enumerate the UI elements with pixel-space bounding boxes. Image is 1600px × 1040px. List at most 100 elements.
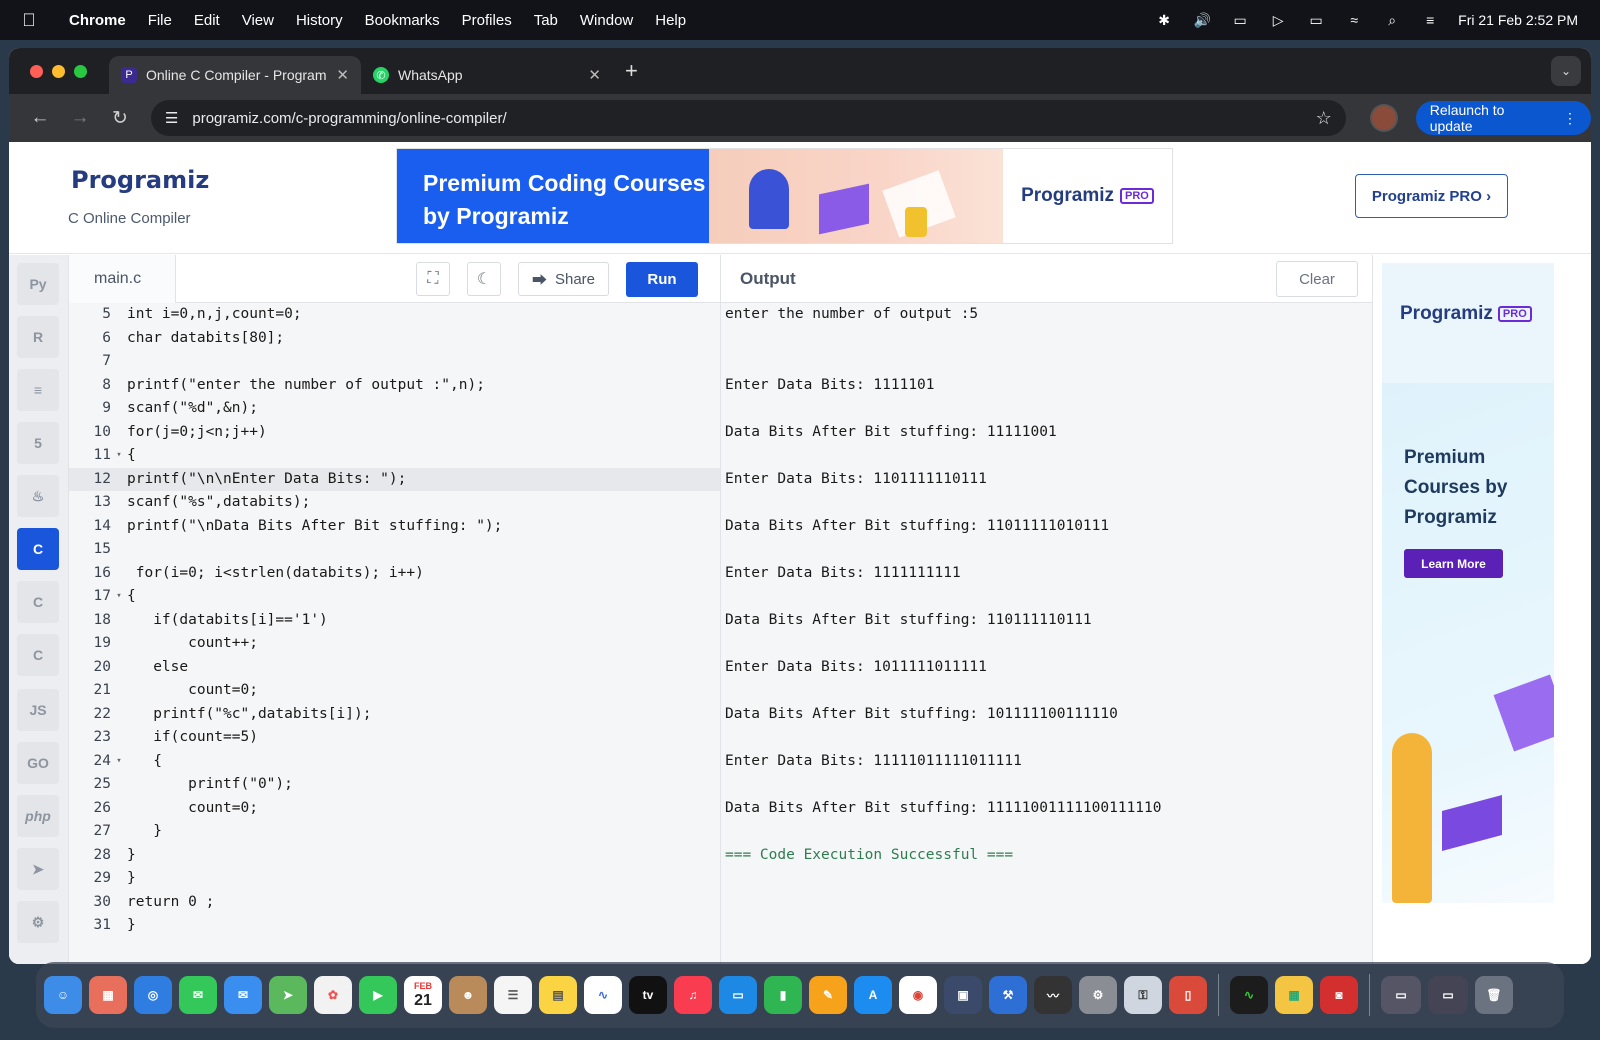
pages-icon[interactable]: ✎ xyxy=(809,976,847,1014)
notes-icon[interactable]: ▤ xyxy=(539,976,577,1014)
programiz-logo[interactable]: Programiz xyxy=(71,166,209,194)
address-bar[interactable]: ☰ programiz.com/c-programming/online-com… xyxy=(150,100,1346,136)
code-line[interactable]: 28} xyxy=(69,844,720,868)
fullscreen-icon[interactable]: ⛶ xyxy=(416,262,450,296)
share-button[interactable]: ⮕ Share xyxy=(518,262,609,296)
display-icon[interactable]: ▭ xyxy=(1230,12,1250,28)
file-tab[interactable]: main.c xyxy=(69,255,176,303)
chrome-icon[interactable]: ◉ xyxy=(899,976,937,1014)
code-line[interactable]: 29} xyxy=(69,867,720,891)
code-line[interactable]: 18 if(databits[i]=='1') xyxy=(69,609,720,633)
mail-icon[interactable]: ✉ xyxy=(224,976,262,1014)
menu-file[interactable]: File xyxy=(137,12,183,29)
control-center-icon[interactable]: ≡ xyxy=(1420,12,1440,28)
code-line[interactable]: 11 ▾{ xyxy=(69,444,720,468)
clock[interactable]: Fri 21 Feb 2:52 PM xyxy=(1458,12,1578,28)
code-line[interactable]: 6 char databits[80]; xyxy=(69,327,720,351)
activity-monitor-icon[interactable]: ∿ xyxy=(1230,976,1268,1014)
menu-edit[interactable]: Edit xyxy=(183,12,231,29)
url-text[interactable]: programiz.com/c-programming/online-compi… xyxy=(192,110,1301,127)
rust-icon[interactable]: ⚙ xyxy=(17,901,59,943)
numbers-icon[interactable]: ▮ xyxy=(764,976,802,1014)
site-settings-icon[interactable]: ☰ xyxy=(165,109,178,127)
apple-tv-icon[interactable]: tv xyxy=(629,976,667,1014)
xcode-icon[interactable]: ⚒ xyxy=(989,976,1027,1014)
code-line[interactable]: 8 printf("enter the number of output :",n… xyxy=(69,374,720,398)
c-icon[interactable]: C xyxy=(17,528,59,570)
recent-window-thumbnail-icon[interactable]: ▭ xyxy=(1381,976,1421,1014)
play-icon[interactable]: ▷ xyxy=(1268,12,1288,28)
menu-app-name[interactable]: Chrome xyxy=(58,12,137,29)
recent-window-thumbnail-icon[interactable]: ▭ xyxy=(1428,976,1468,1014)
maps-icon[interactable]: ➤ xyxy=(269,976,307,1014)
dark-mode-moon-icon[interactable]: ☾ xyxy=(467,262,501,296)
ad-card[interactable]: Programiz PRO Premium Courses by Program… xyxy=(1382,263,1554,903)
new-tab-icon[interactable]: + xyxy=(625,58,638,84)
zoom-window-button[interactable] xyxy=(74,64,87,78)
calendar-icon[interactable]: FEB 21 xyxy=(404,976,442,1014)
close-tab-icon[interactable]: ✕ xyxy=(588,66,601,84)
volume-icon[interactable]: 🔊 xyxy=(1192,12,1212,28)
apple-menu-icon[interactable]:  xyxy=(0,10,58,31)
programiz-pro-button[interactable]: Programiz PRO › xyxy=(1355,174,1508,218)
trash-icon[interactable]: 🗑 xyxy=(1475,976,1513,1014)
back-icon[interactable]: ← xyxy=(23,101,57,135)
menu-window[interactable]: Window xyxy=(569,12,644,29)
code-editor[interactable]: 5 int i=0,n,j,count=0; 6 char databits[80];… xyxy=(69,303,720,964)
tab-search-chevron-icon[interactable]: ⌄ xyxy=(1551,56,1581,86)
code-line[interactable]: 27 } xyxy=(69,820,720,844)
music-icon[interactable]: ♫ xyxy=(674,976,712,1014)
search-icon[interactable]: ⌕ xyxy=(1382,12,1402,28)
run-button[interactable]: Run xyxy=(626,262,698,297)
learn-more-button[interactable]: Learn More xyxy=(1404,549,1503,578)
sql-icon[interactable]: ≡ xyxy=(17,369,59,411)
freeform-icon[interactable]: ∿ xyxy=(584,976,622,1014)
code-line[interactable]: 20 else xyxy=(69,656,720,680)
reload-icon[interactable]: ↻ xyxy=(103,101,137,135)
r-icon[interactable]: R xyxy=(17,316,59,358)
relaunch-button[interactable]: Relaunch to update ⋮ xyxy=(1415,101,1591,135)
keynote-icon[interactable]: ▭ xyxy=(719,976,757,1014)
java-icon[interactable]: ♨ xyxy=(17,475,59,517)
bluetooth-icon[interactable]: ✱ xyxy=(1154,12,1174,28)
code-line[interactable]: 19 count++; xyxy=(69,632,720,656)
system-settings-icon[interactable]: ⚙ xyxy=(1079,976,1117,1014)
code-line[interactable]: 10 for(j=0;j<n;j++) xyxy=(69,421,720,445)
keychain-icon[interactable]: ⚿ xyxy=(1124,976,1162,1014)
close-tab-icon[interactable]: ✕ xyxy=(336,66,349,84)
code-line[interactable]: 5 int i=0,n,j,count=0; xyxy=(69,303,720,327)
menu-profiles[interactable]: Profiles xyxy=(451,12,523,29)
html-icon[interactable]: 5 xyxy=(17,422,59,464)
profile-avatar[interactable] xyxy=(1369,104,1398,132)
launchpad-icon[interactable]: ▦ xyxy=(89,976,127,1014)
clear-button[interactable]: Clear xyxy=(1276,261,1358,297)
code-line[interactable]: 26 count=0; xyxy=(69,797,720,821)
php-icon[interactable]: php xyxy=(17,795,59,837)
code-line[interactable]: 7 xyxy=(69,350,720,374)
archive-utility-icon[interactable]: ▦ xyxy=(1275,976,1313,1014)
tab-whatsapp[interactable]: ✆ WhatsApp ✕ xyxy=(361,56,613,94)
menu-view[interactable]: View xyxy=(231,12,285,29)
code-line[interactable]: 16 for(i=0; i<strlen(databits); i++) xyxy=(69,562,720,586)
code-line[interactable]: 22 printf("%c",databits[i]); xyxy=(69,703,720,727)
menu-bookmarks[interactable]: Bookmarks xyxy=(354,12,451,29)
app-store-icon[interactable]: A xyxy=(854,976,892,1014)
csharp-icon[interactable]: C xyxy=(17,634,59,676)
finder-icon[interactable]: ☺ xyxy=(44,976,82,1014)
fold-arrow-icon[interactable]: ▾ xyxy=(111,444,127,468)
code-line[interactable]: 21 count=0; xyxy=(69,679,720,703)
code-line[interactable]: 24 ▾ { xyxy=(69,750,720,774)
preview-icon[interactable]: ▣ xyxy=(944,976,982,1014)
go-icon[interactable]: GO xyxy=(17,742,59,784)
code-line[interactable]: 14 printf("\nData Bits After Bit stuffing… xyxy=(69,515,720,539)
iphone-mirroring-icon[interactable]: ▯ xyxy=(1169,976,1207,1014)
bookmark-star-icon[interactable]: ☆ xyxy=(1316,108,1332,129)
menu-tab[interactable]: Tab xyxy=(523,12,569,29)
output-console[interactable]: enter the number of output :5 Enter Data … xyxy=(720,303,1372,964)
voice-memos-icon[interactable]: 〰 xyxy=(1034,976,1072,1014)
messages-icon[interactable]: ✉ xyxy=(179,976,217,1014)
photos-icon[interactable]: ✿ xyxy=(314,976,352,1014)
code-line[interactable]: 12 printf("\n\nEnter Data Bits: "); xyxy=(69,467,720,491)
code-line[interactable]: 13 scanf("%s",databits); xyxy=(69,491,720,515)
js-icon[interactable]: JS xyxy=(17,689,59,731)
